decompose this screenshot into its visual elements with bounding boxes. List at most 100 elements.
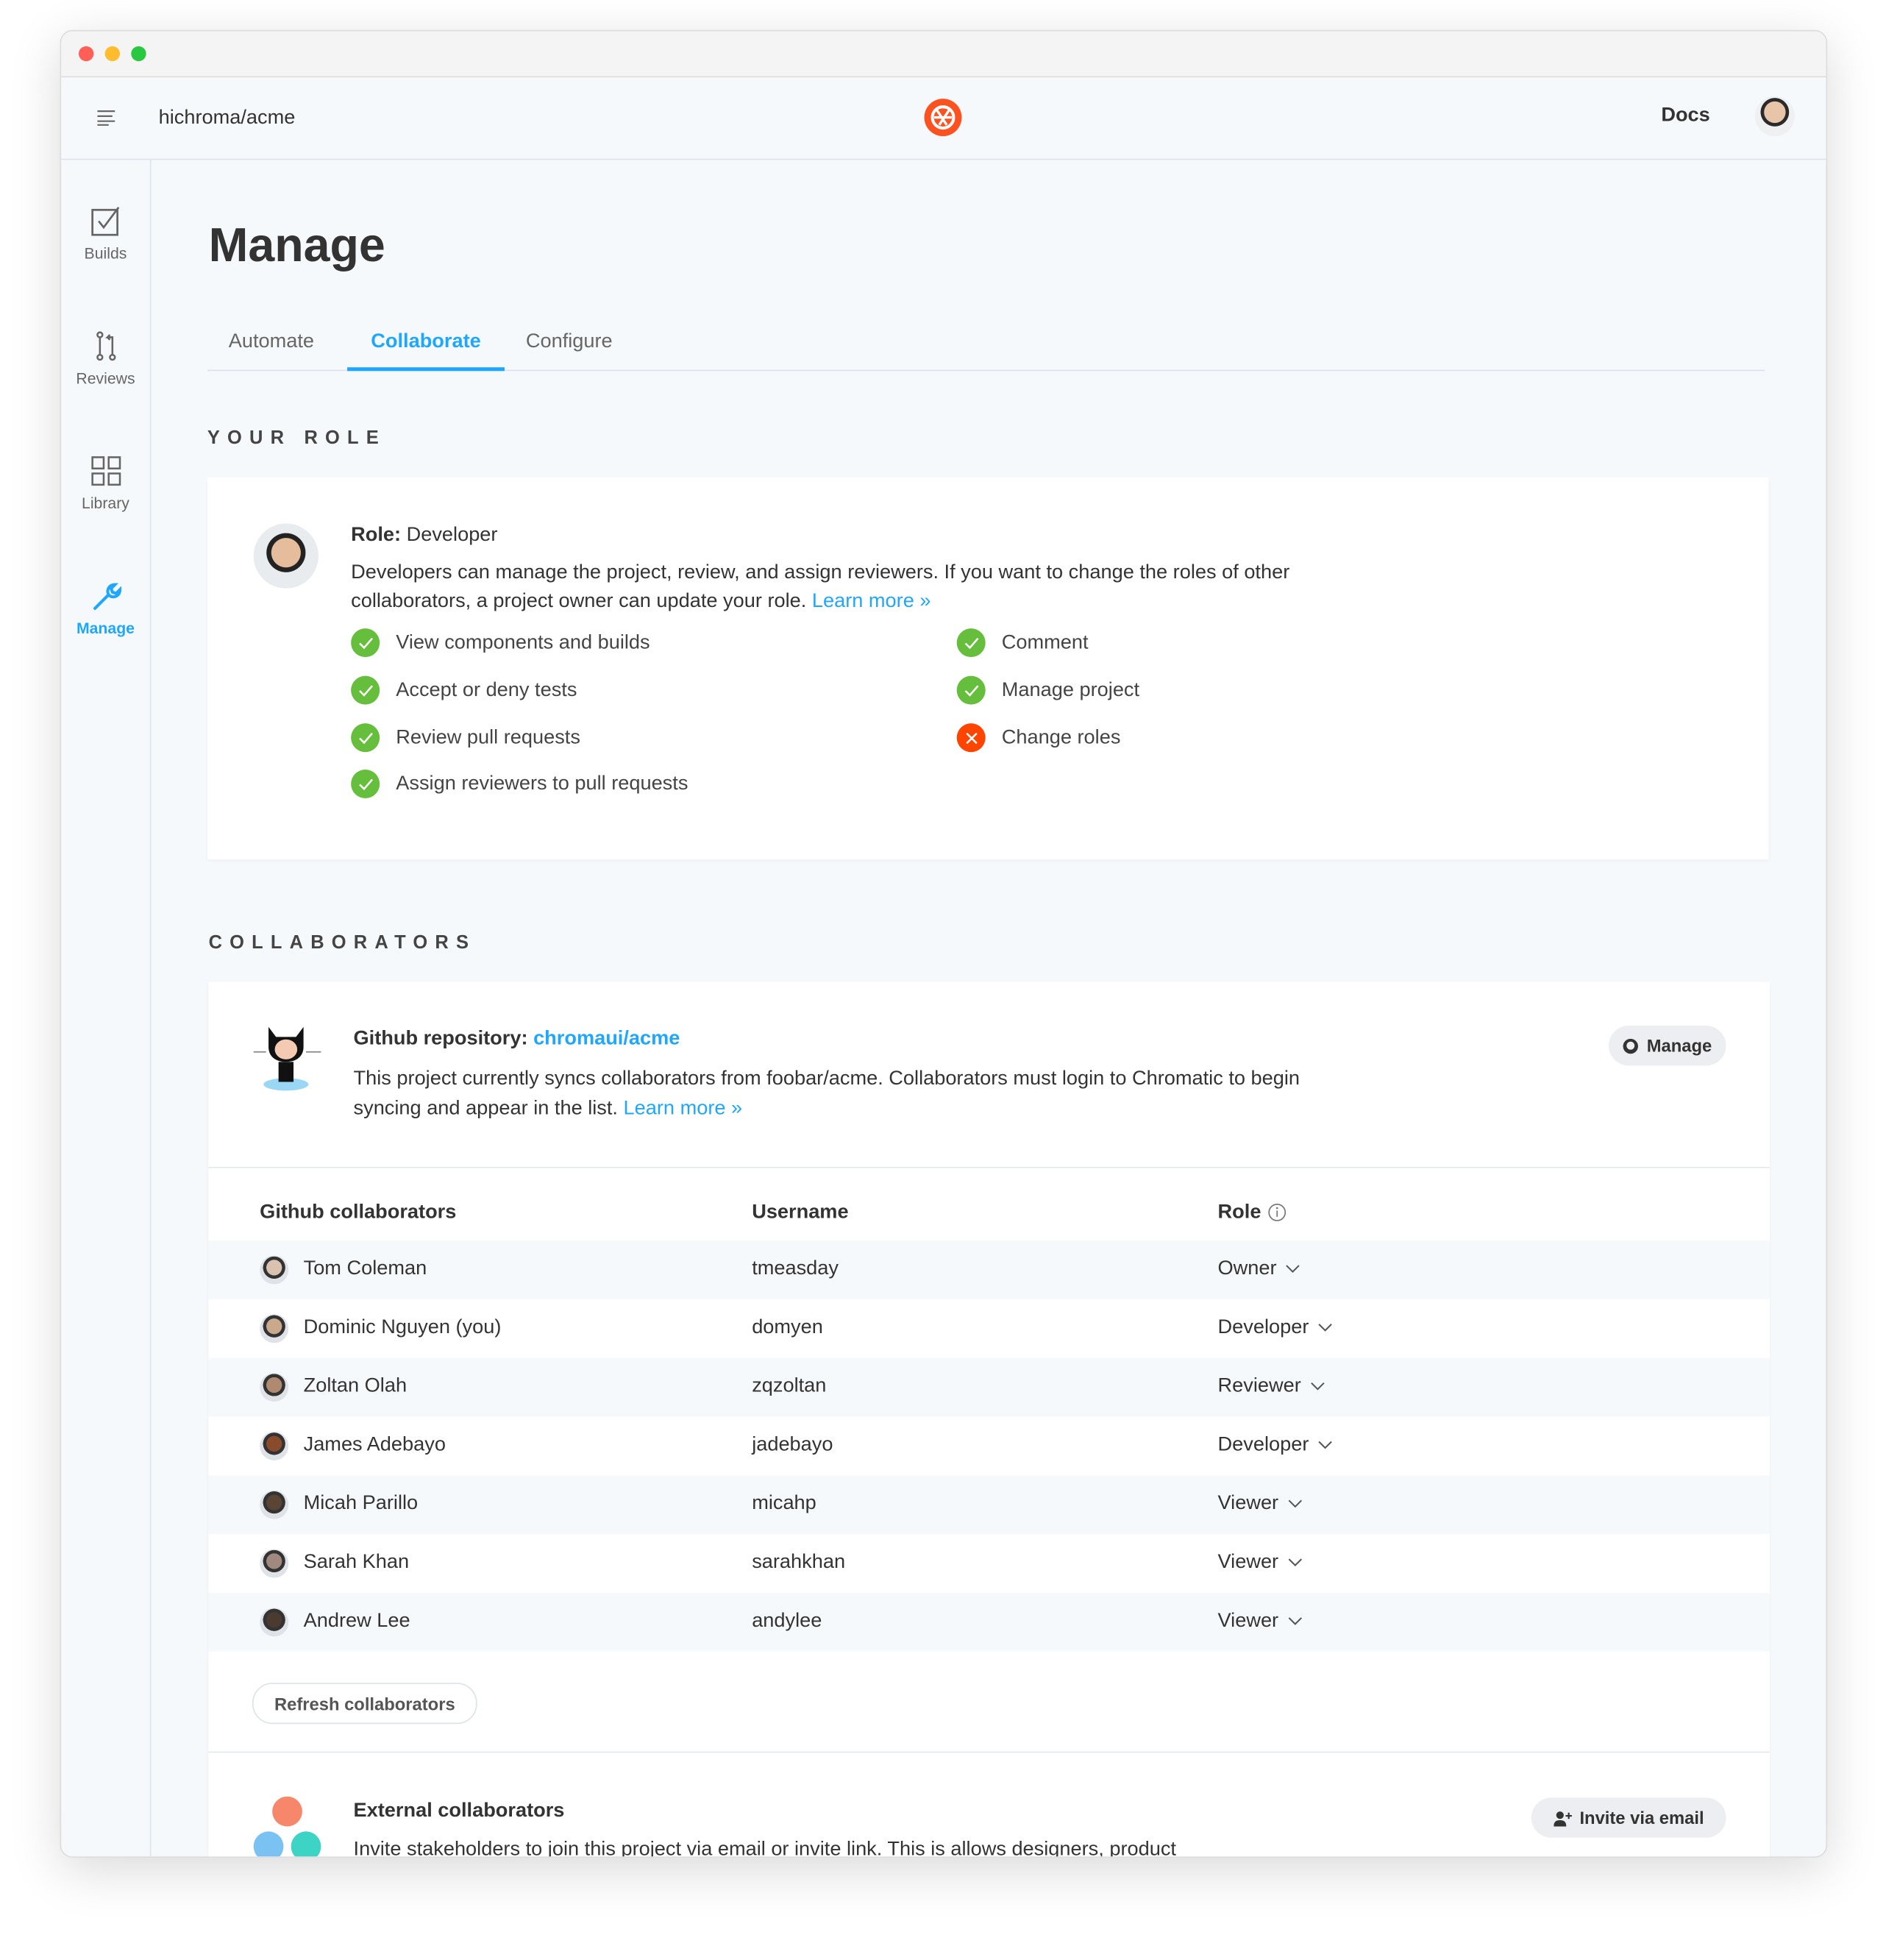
minimize-window-button[interactable] <box>104 46 121 62</box>
menu-icon[interactable] <box>96 109 116 132</box>
permission-label: Manage project <box>1001 678 1140 700</box>
table-row: Andrew Lee andylee Viewer <box>208 1592 1771 1652</box>
collaborator-avatar <box>260 1373 289 1402</box>
sidebar-item-label: Builds <box>84 244 127 263</box>
cross-circle-icon <box>956 723 986 753</box>
sidebar-item-builds[interactable]: Builds <box>61 205 150 263</box>
table-row: Sarah Khan sarahkhan Viewer <box>209 1534 1771 1593</box>
refresh-collaborators-button[interactable]: Refresh collaborators <box>252 1683 477 1725</box>
role-value: Developer <box>1217 1316 1309 1338</box>
permission-item: Change roles <box>956 723 1121 753</box>
sidebar: Builds Reviews Library Manage <box>61 160 152 1857</box>
collaborator-avatar <box>260 1608 289 1637</box>
collaborators-heading: COLLABORATORS <box>208 931 477 954</box>
permission-label: Assign reviewers to pull requests <box>396 773 688 795</box>
maximize-window-button[interactable] <box>131 46 146 62</box>
app-window: hichroma/acme Docs Builds Reviews Librar… <box>60 29 1828 1858</box>
permission-label: Comment <box>1001 631 1089 653</box>
collaborator-username: zqzoltan <box>752 1375 827 1397</box>
collaborator-username: sarahkhan <box>752 1551 846 1573</box>
docs-link[interactable]: Docs <box>1661 105 1709 128</box>
role-avatar <box>253 523 319 589</box>
permission-label: Change roles <box>1001 726 1121 748</box>
role-value: Viewer <box>1217 1493 1279 1514</box>
grid-icon <box>90 456 121 486</box>
chevron-down-icon <box>1287 1558 1302 1567</box>
external-collaborators-icon <box>251 1796 323 1857</box>
collaborator-name: Tom Coleman <box>303 1257 427 1279</box>
role-dropdown[interactable]: Viewer <box>1218 1493 1303 1516</box>
repo-learn-more-link[interactable]: Learn more » <box>624 1098 743 1120</box>
role-value: Owner <box>1217 1257 1277 1279</box>
octocat-icon <box>251 1022 326 1103</box>
collaborator-avatar <box>260 1431 289 1460</box>
role-label: Role: <box>351 525 402 547</box>
table-row: Zoltan Olah zqzoltan Reviewer <box>208 1357 1771 1417</box>
chevron-down-icon <box>1318 1324 1332 1332</box>
collaborator-name: Micah Parillo <box>303 1493 419 1514</box>
role-value: Viewer <box>1217 1551 1279 1573</box>
permission-item: Accept or deny tests <box>351 675 577 705</box>
close-window-button[interactable] <box>78 46 94 62</box>
permission-item: Assign reviewers to pull requests <box>351 769 688 799</box>
role-dropdown[interactable]: Developer <box>1218 1434 1333 1457</box>
check-circle-icon <box>351 769 380 799</box>
chromatic-logo-icon[interactable] <box>923 97 963 143</box>
tab-configure[interactable]: Configure <box>526 331 613 354</box>
role-dropdown[interactable]: Viewer <box>1218 1552 1303 1574</box>
invite-button-label: Invite via email <box>1579 1808 1704 1828</box>
collaborator-username: jadebayo <box>752 1434 833 1456</box>
permission-label: Review pull requests <box>396 726 580 748</box>
repo-description: This project currently syncs collaborato… <box>353 1068 1300 1120</box>
collaborator-name: James Adebayo <box>303 1434 446 1456</box>
repo-name[interactable]: hichroma/acme <box>159 107 296 130</box>
role-value: Developer <box>406 525 498 547</box>
tab-collaborate[interactable]: Collaborate <box>347 331 505 372</box>
permission-item: Comment <box>956 628 1089 658</box>
role-learn-more-link[interactable]: Learn more » <box>812 591 931 612</box>
repo-link[interactable]: chromaui/acme <box>533 1028 680 1049</box>
collaborator-username: tmeasday <box>752 1257 839 1279</box>
role-value: Viewer <box>1217 1610 1279 1632</box>
collaborator-avatar <box>260 1255 289 1285</box>
manage-button[interactable]: Manage <box>1609 1026 1726 1066</box>
collaborator-name: Sarah Khan <box>303 1551 410 1573</box>
user-avatar[interactable] <box>1754 96 1796 137</box>
role-dropdown[interactable]: Developer <box>1218 1317 1333 1340</box>
role-value: Developer <box>1217 1434 1309 1456</box>
table-row: Tom Coleman tmeasday Owner <box>208 1240 1771 1299</box>
permission-item: View components and builds <box>351 628 650 658</box>
collaborator-avatar <box>260 1549 289 1578</box>
github-icon <box>1623 1038 1639 1054</box>
role-dropdown[interactable]: Reviewer <box>1218 1375 1325 1398</box>
sidebar-item-label: Manage <box>76 619 135 637</box>
table-row: Micah Parillo micahp Viewer <box>208 1475 1771 1535</box>
divider <box>208 1751 1771 1753</box>
check-circle-icon <box>351 723 380 753</box>
role-dropdown[interactable]: Owner <box>1218 1258 1300 1281</box>
top-header: hichroma/acme Docs <box>61 77 1826 160</box>
page-title: Manage <box>208 219 385 273</box>
title-bar <box>61 31 1826 78</box>
sidebar-item-library[interactable]: Library <box>61 455 150 512</box>
column-header-name: Github collaborators <box>260 1201 457 1224</box>
info-icon[interactable] <box>1267 1203 1287 1221</box>
sidebar-item-reviews[interactable]: Reviews <box>61 330 150 387</box>
column-header-role: Role <box>1217 1201 1262 1224</box>
wrench-icon <box>93 583 121 610</box>
pull-request-icon <box>96 331 115 361</box>
table-row: James Adebayo jadebayo Developer <box>209 1417 1771 1476</box>
permission-label: Accept or deny tests <box>396 678 577 700</box>
invite-via-email-button[interactable]: Invite via email <box>1531 1797 1726 1838</box>
tab-automate[interactable]: Automate <box>229 331 314 354</box>
sidebar-item-manage[interactable]: Manage <box>61 580 150 637</box>
checkbox-icon <box>90 207 119 236</box>
add-user-icon <box>1553 1811 1572 1826</box>
permission-item: Review pull requests <box>351 723 580 753</box>
chevron-down-icon <box>1318 1441 1332 1449</box>
external-collaborators-description: Invite stakeholders to join this project… <box>353 1839 1176 1858</box>
main-content: Manage Automate Collaborate Configure YO… <box>151 160 1826 1858</box>
role-dropdown[interactable]: Viewer <box>1218 1611 1303 1633</box>
collaborator-avatar <box>260 1314 289 1343</box>
sidebar-item-label: Reviews <box>76 369 135 388</box>
